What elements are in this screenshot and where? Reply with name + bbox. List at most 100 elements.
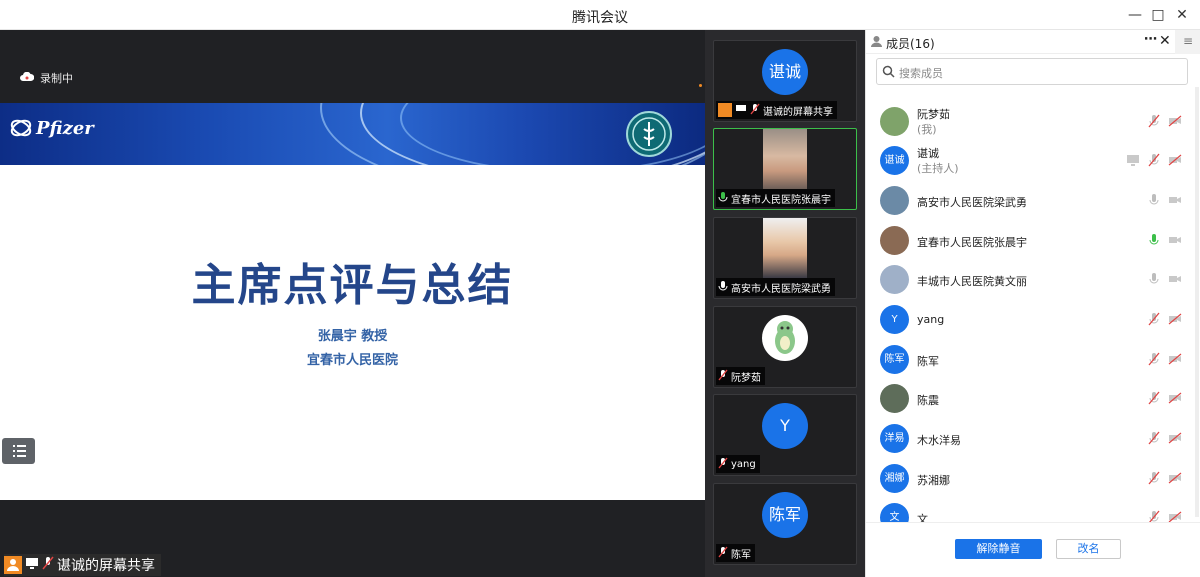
member-name: 陈军 <box>917 355 939 368</box>
brand-text: Pfizer <box>36 117 94 139</box>
unmute-all-button[interactable]: 解除静音 <box>955 539 1042 559</box>
presentation-slide: Pfizer 主席点评与总结 张晨宇 教授 宜春市人民医院 <box>0 103 705 500</box>
member-name: 木水洋易 <box>917 434 961 447</box>
camera-off-icon[interactable] <box>1168 352 1182 366</box>
camera-off-icon[interactable] <box>1168 312 1182 326</box>
tile-name: 高安市人民医院梁武勇 <box>731 283 831 295</box>
camera-off-icon[interactable] <box>1168 272 1182 286</box>
camera-off-icon[interactable] <box>1168 114 1182 128</box>
member-name: 丰城市人民医院黄文丽 <box>917 275 1027 288</box>
tile-name: yang <box>731 458 756 470</box>
camera-off-icon[interactable] <box>1168 233 1182 247</box>
minimize-button[interactable]: — <box>1124 4 1146 26</box>
close-panel-icon[interactable]: ✕ <box>1159 33 1171 49</box>
member-row[interactable]: 阮梦茹 (我) <box>866 103 1186 141</box>
member-row[interactable]: 宜春市人民医院张晨宇 <box>866 222 1186 260</box>
tile-name: 阮梦茹 <box>731 372 761 384</box>
mic-muted-icon[interactable] <box>1147 153 1161 167</box>
avatar: 陈军 <box>762 492 808 538</box>
member-row[interactable]: 陈震 <box>866 380 1186 418</box>
slide-banner: Pfizer <box>0 103 705 165</box>
member-role: (我) <box>917 123 937 136</box>
participant-video <box>763 129 807 189</box>
recording-indicator: 录制中 <box>20 70 73 86</box>
share-tag-label: 谌诚的屏幕共享 <box>57 558 155 574</box>
scrollbar[interactable] <box>1195 87 1199 517</box>
tile-name: 陈军 <box>731 549 751 561</box>
participant-video <box>763 218 807 278</box>
panel-footer: 解除静音 改名 <box>866 522 1200 577</box>
mic-muted-icon[interactable] <box>1147 431 1161 445</box>
avatar: 陈军 <box>880 345 909 374</box>
video-tile[interactable]: 阮梦茹 <box>713 306 857 388</box>
recording-bar: 录制中 <box>0 30 705 110</box>
avatar <box>880 384 909 413</box>
slide-institution: 宜春市人民医院 <box>306 353 398 368</box>
title-bar: 腾讯会议 — □ ✕ <box>0 0 1200 30</box>
mic-muted-icon[interactable] <box>1147 471 1161 485</box>
panel-menu-icon[interactable]: ≡ <box>1175 30 1200 54</box>
screen-icon <box>735 103 747 118</box>
member-row[interactable]: Yyang <box>866 301 1186 339</box>
screen-icon <box>25 556 39 574</box>
avatar: Y <box>762 403 808 449</box>
avatar: Y <box>880 305 909 334</box>
mic-active-icon[interactable] <box>1147 233 1161 247</box>
camera-off-icon[interactable] <box>1168 193 1182 207</box>
more-icon[interactable]: ⋯ <box>1144 32 1157 47</box>
avatar: 湘娜 <box>880 464 909 493</box>
mic-muted-icon[interactable] <box>1147 391 1161 405</box>
mic-icon[interactable] <box>1147 193 1161 207</box>
rename-button[interactable]: 改名 <box>1056 539 1121 559</box>
member-row[interactable]: 高安市人民医院梁武勇 <box>866 182 1186 220</box>
video-tile[interactable]: Y yang <box>713 394 857 476</box>
mic-muted-icon[interactable] <box>1147 114 1161 128</box>
camera-off-icon[interactable] <box>1168 431 1182 445</box>
mic-muted-icon[interactable] <box>1147 352 1161 366</box>
members-panel: 成员(16) ⋯ ✕ ≡ 搜索成员 阮梦茹 (我) 谌诚 谌诚 (主持人) 高安市人民医院… <box>865 30 1200 577</box>
avatar: 谌诚 <box>880 146 909 175</box>
video-tile[interactable]: 高安市人民医院梁武勇 <box>713 217 857 299</box>
video-tile[interactable]: 陈军 陈军 <box>713 483 857 565</box>
search-input[interactable]: 搜索成员 <box>876 58 1188 85</box>
mic-icon[interactable] <box>1147 272 1161 286</box>
tile-label: 宜春市人民医院张晨宇 <box>716 189 835 207</box>
member-role: (主持人) <box>917 162 959 175</box>
tile-label: 陈军 <box>716 544 755 562</box>
mic-muted-icon <box>718 546 728 561</box>
tile-label: yang <box>716 455 760 473</box>
camera-off-icon[interactable] <box>1168 391 1182 405</box>
member-row[interactable]: 陈军 陈军 <box>866 341 1186 379</box>
recording-label: 录制中 <box>40 72 73 85</box>
tile-name: 谌诚的屏幕共享 <box>763 106 833 118</box>
window-title: 腾讯会议 <box>572 10 628 26</box>
avatar <box>880 265 909 294</box>
pfizer-logo: Pfizer <box>10 117 94 139</box>
slide-title: 主席点评与总结 <box>191 260 514 311</box>
mic-muted-icon[interactable] <box>1147 312 1161 326</box>
member-row[interactable]: 洋易 木水洋易 <box>866 420 1186 458</box>
mic-muted-icon <box>750 103 760 118</box>
video-tile[interactable]: 谌诚 谌诚的屏幕共享 <box>713 40 857 122</box>
list-menu-button[interactable] <box>2 438 35 464</box>
dinosaur-avatar-icon <box>762 315 808 361</box>
avatar <box>880 186 909 215</box>
mic-icon <box>718 280 728 295</box>
status-dot <box>699 84 702 87</box>
camera-off-icon[interactable] <box>1168 471 1182 485</box>
camera-off-icon[interactable] <box>1168 153 1182 167</box>
person-icon <box>870 35 883 51</box>
member-name: 谌诚 <box>917 147 939 160</box>
cloud-record-icon <box>20 71 35 85</box>
video-tile[interactable]: 宜春市人民医院张晨宇 <box>713 128 857 210</box>
host-icon <box>4 556 22 574</box>
avatar <box>880 107 909 136</box>
host-icon <box>718 103 732 117</box>
member-row[interactable]: 湘娜 苏湘娜 <box>866 460 1186 498</box>
screen-share-tag: 谌诚的屏幕共享 <box>4 554 161 576</box>
maximize-button[interactable]: □ <box>1147 4 1169 26</box>
close-button[interactable]: ✕ <box>1171 4 1193 26</box>
search-icon <box>882 65 895 81</box>
member-row[interactable]: 谌诚 谌诚 (主持人) <box>866 142 1186 180</box>
member-row[interactable]: 丰城市人民医院黄文丽 <box>866 261 1186 299</box>
